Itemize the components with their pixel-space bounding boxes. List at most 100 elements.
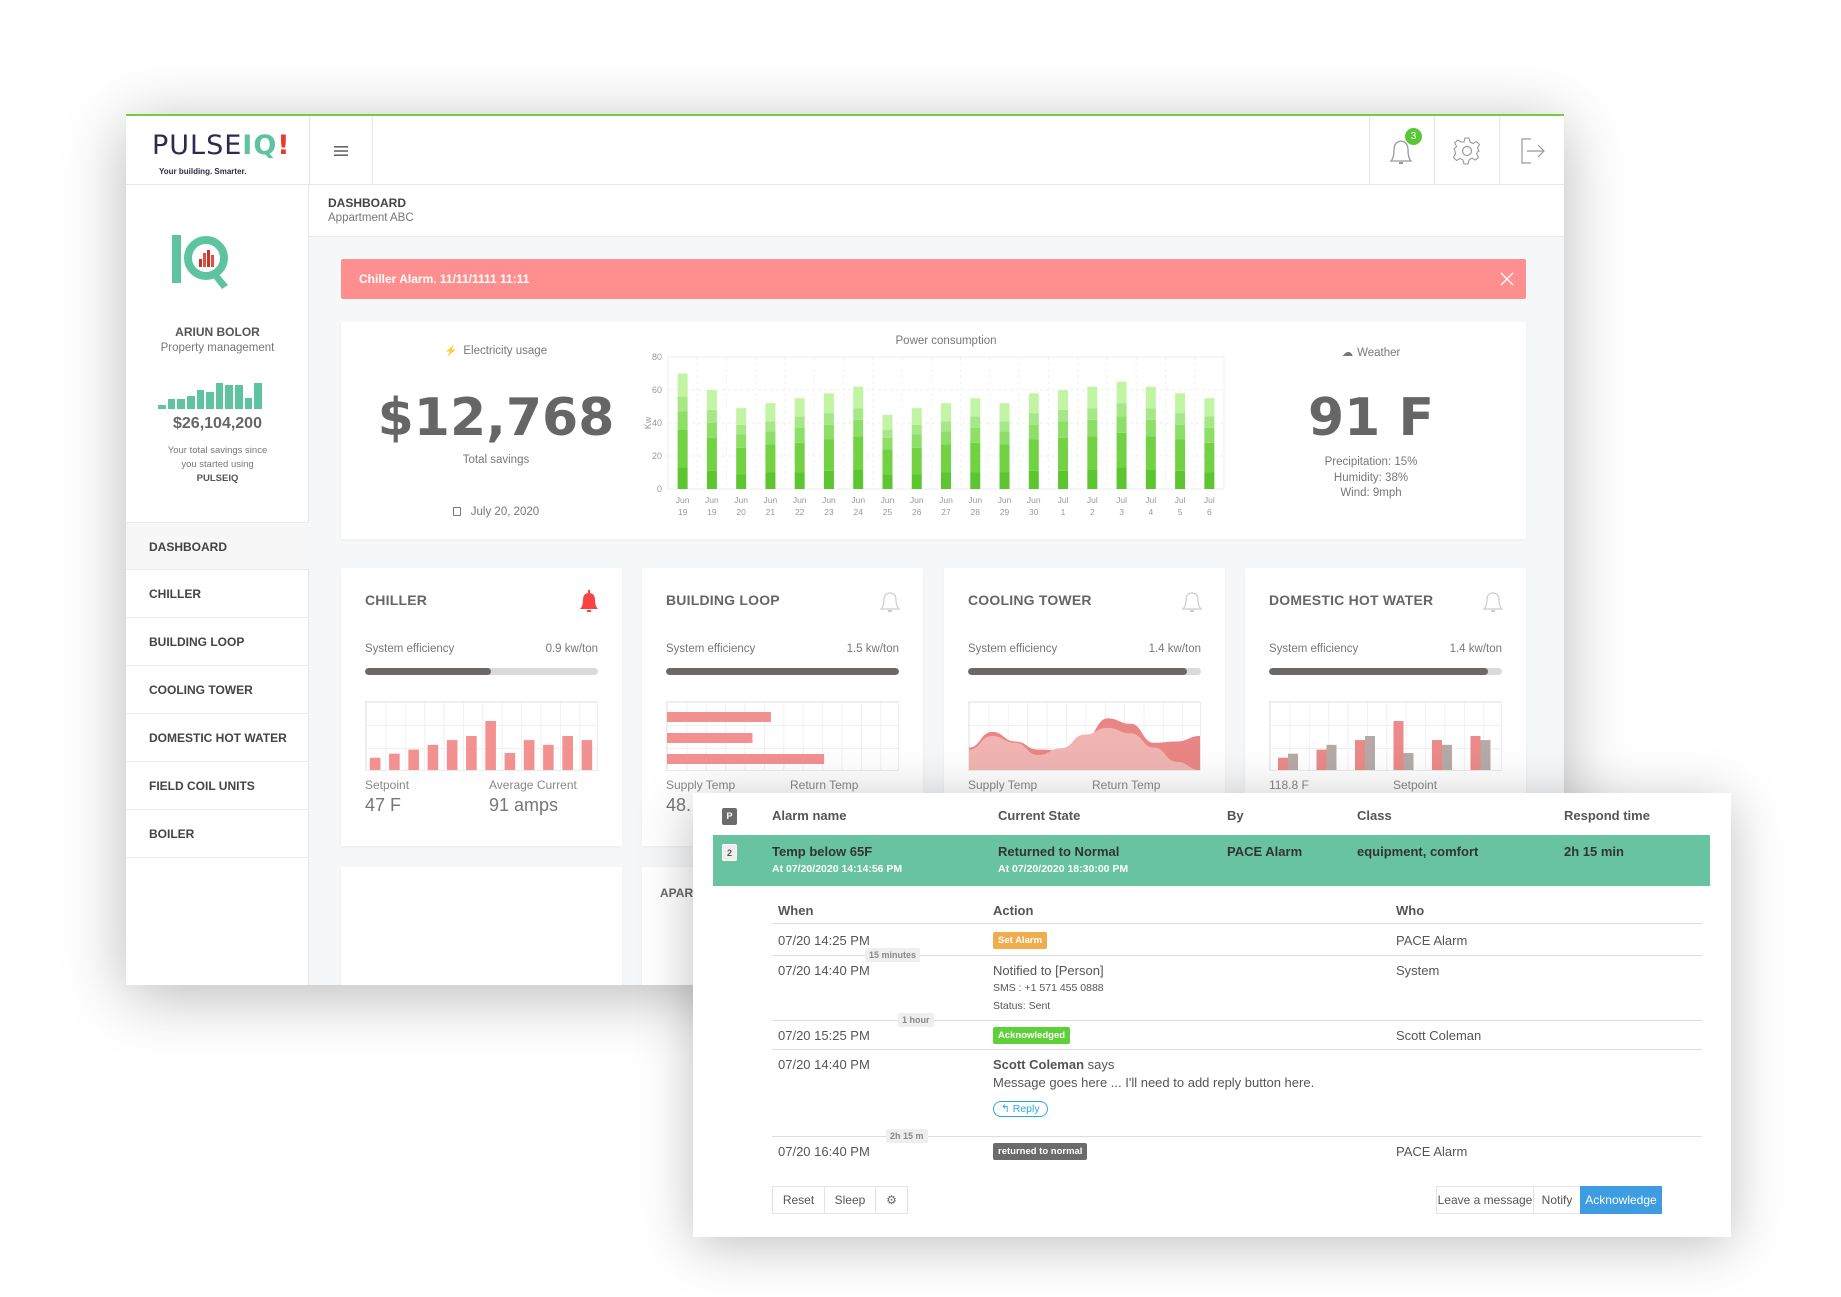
sidebar-item-field-coil-units[interactable]: FIELD COIL UNITS <box>126 762 309 810</box>
efficiency-label: System efficiency <box>968 643 1058 655</box>
x-tick-label: 5 <box>1178 507 1183 517</box>
bar-segment <box>1028 424 1039 440</box>
bar-segment <box>823 393 834 414</box>
date-display: July 20, 2020 <box>401 506 591 518</box>
bar-segment <box>970 442 981 473</box>
alarm-priority-badge: 2 <box>722 844 737 861</box>
divider: 1 hour <box>772 1013 1702 1027</box>
message-author: Scott Coleman <box>993 1057 1085 1072</box>
column-header: By <box>1227 808 1244 823</box>
sidebar-item-chiller[interactable]: CHILLER <box>126 570 309 618</box>
notify-button[interactable]: Notify <box>1533 1186 1581 1214</box>
sparkline-bar <box>177 399 185 409</box>
bell-alarm-icon[interactable] <box>578 590 600 614</box>
stat-label: Supply Temp <box>968 778 1038 792</box>
chart-bar <box>427 744 439 770</box>
bar-segment <box>1087 436 1098 470</box>
alarm-row[interactable]: 2 Temp below 65F At 07/20/2020 14:14:56 … <box>713 835 1710 886</box>
alarm-banner-text: Chiller Alarm. 11/11/1111 11:11 <box>359 272 530 286</box>
event-who: PACE Alarm <box>1396 933 1468 948</box>
savings-caption: Your total savings since <box>167 445 268 456</box>
stat-value: 91 amps <box>489 795 559 815</box>
bar-segment <box>911 447 922 475</box>
bar-segment <box>1175 393 1186 414</box>
bar-segment <box>941 431 951 445</box>
sleep-button[interactable]: Sleep <box>824 1186 876 1214</box>
card-title: CHILLER <box>365 592 428 608</box>
divider: 15 minutes <box>772 948 1702 962</box>
alarm-start-time: At 07/20/2020 14:14:56 PM <box>772 863 903 875</box>
logout-button[interactable] <box>1499 116 1564 185</box>
reply-icon: ↰ <box>1001 1103 1010 1115</box>
precipitation: Precipitation: 15% <box>1324 456 1418 468</box>
leave-message-button[interactable]: Leave a message <box>1436 1186 1534 1214</box>
chart-bar <box>1403 753 1414 770</box>
chiller-card[interactable]: CHILLER System efficiency 0.9 kw/ton Set… <box>341 568 622 846</box>
x-tick-label: 3 <box>1119 507 1124 517</box>
bar-segment <box>1145 436 1156 470</box>
event-when: 07/20 16:40 PM <box>778 1144 870 1159</box>
iq-logo-icon <box>172 235 228 289</box>
bar-segment <box>1087 386 1098 409</box>
x-tick-label: 6 <box>1207 507 1212 517</box>
efficiency-bar-fill <box>1269 668 1489 675</box>
bar-segment <box>1145 386 1156 409</box>
bar-segment <box>736 408 747 425</box>
sparkline-bar <box>196 389 205 409</box>
sidebar-item-cooling-tower[interactable]: COOLING TOWER <box>126 666 309 714</box>
efficiency-bar <box>968 668 1201 675</box>
close-icon[interactable] <box>1500 272 1514 286</box>
chart-bar <box>1393 721 1404 770</box>
reply-button[interactable]: ↰ Reply <box>993 1101 1048 1117</box>
x-tick-label: Jul <box>1175 495 1186 505</box>
chart-bar <box>1316 749 1327 770</box>
chart-bar <box>389 753 400 770</box>
efficiency-label: System efficiency <box>1269 643 1359 655</box>
sparkline-bar <box>206 391 214 409</box>
chart-bar <box>562 736 573 770</box>
notifications-button[interactable]: 3 <box>1369 116 1434 185</box>
stat-label: 118.8 F <box>1269 778 1309 792</box>
chart-bar <box>408 749 419 770</box>
alarm-state: Returned to Normal <box>998 844 1120 859</box>
settings-button[interactable]: ⚙ <box>875 1186 908 1214</box>
bar-segment <box>970 427 981 443</box>
card-title: BUILDING LOOP <box>666 592 780 608</box>
chart-bar <box>543 744 554 770</box>
user-role: Property management <box>160 342 275 354</box>
savings-sparkline <box>158 383 263 409</box>
bar-segment <box>999 431 1010 445</box>
x-tick-label: Jun <box>881 495 895 505</box>
acknowledge-button[interactable]: Acknowledge <box>1580 1186 1662 1214</box>
message-author-line: Scott Coleman says <box>993 1057 1115 1072</box>
bar-segment <box>1204 416 1215 428</box>
x-tick-label: 20 <box>736 507 746 517</box>
x-tick-label: Jun <box>676 495 690 505</box>
bell-icon[interactable] <box>879 590 901 614</box>
sidebar-item-domestic-hot-water[interactable]: DOMESTIC HOT WATER <box>126 714 309 762</box>
event-when: 07/20 14:40 PM <box>778 963 870 978</box>
bar-segment <box>882 449 893 475</box>
logo-tagline: Your building. Smarter. <box>159 167 247 176</box>
sidebar-item-building-loop[interactable]: BUILDING LOOP <box>126 618 309 666</box>
bar-segment <box>882 414 893 430</box>
bell-icon[interactable] <box>1482 590 1504 614</box>
reset-button[interactable]: Reset <box>772 1186 825 1214</box>
x-tick-label: Jun <box>910 495 924 505</box>
sidebar-item-dashboard[interactable]: DASHBOARD <box>126 522 309 570</box>
settings-button[interactable] <box>1434 116 1499 185</box>
sparkline-bar <box>186 395 195 409</box>
bell-icon[interactable] <box>1181 590 1203 614</box>
pulseiq-logo[interactable]: PULSEIQ! Your building. Smarter. <box>152 130 291 179</box>
cloud-icon: ☁ <box>1341 347 1354 359</box>
x-tick-label: Jun <box>705 495 719 505</box>
x-tick-label: 27 <box>941 507 951 517</box>
x-tick-label: 19 <box>707 507 717 517</box>
hamburger-menu-button[interactable] <box>309 116 373 185</box>
building-loop-mini-chart <box>666 701 899 771</box>
efficiency-label: System efficiency <box>666 643 756 655</box>
x-tick-label: 1 <box>1061 507 1066 517</box>
bar-segment <box>970 398 981 417</box>
bar-segment <box>1175 424 1186 440</box>
sidebar-item-boiler[interactable]: BOILER <box>126 810 309 858</box>
